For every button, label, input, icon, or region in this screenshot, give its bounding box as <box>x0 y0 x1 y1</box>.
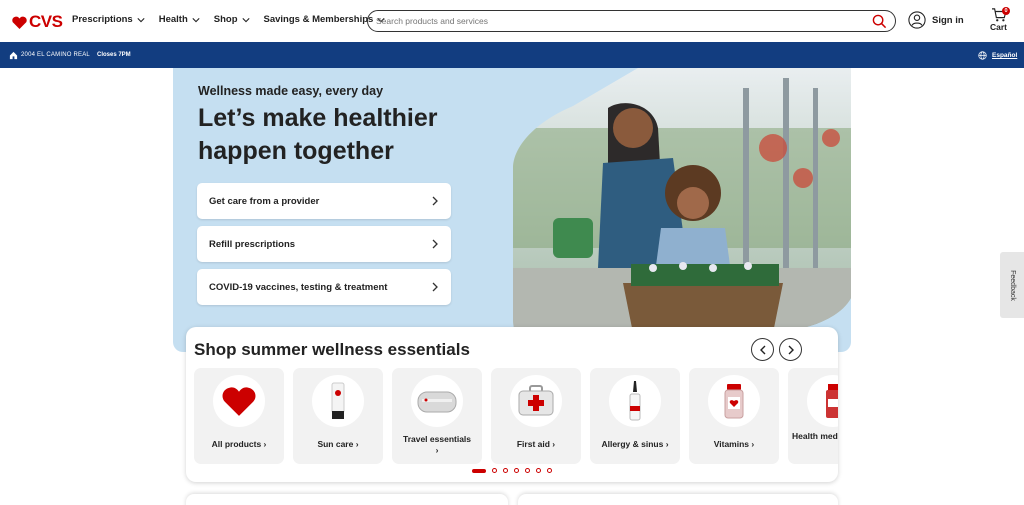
category-tile-first-aid[interactable]: First aid › <box>491 368 581 464</box>
shop-essentials-card: Shop summer wellness essentials All prod… <box>186 327 838 482</box>
medicine-bottle-icon <box>826 384 838 418</box>
search-bar <box>367 10 896 32</box>
heart-logo-icon <box>12 16 27 29</box>
category-label: Vitamins › <box>713 439 755 449</box>
pagination-dot[interactable] <box>514 468 519 473</box>
logo-text: CVS <box>29 12 63 31</box>
category-tile-vitamins[interactable]: Vitamins › <box>689 368 779 464</box>
store-bar: 2004 EL CAMINO REAL Closes 7PM Español <box>0 42 1024 68</box>
pagination-dot[interactable] <box>547 468 552 473</box>
get-care-button[interactable]: Get care from a provider <box>197 183 451 219</box>
sign-in-button[interactable]: Sign in <box>908 11 964 29</box>
carousel-next-button[interactable] <box>779 338 802 361</box>
chevron-down-icon <box>192 17 200 22</box>
chevron-right-icon <box>432 282 438 292</box>
nasal-spray-icon <box>629 381 641 421</box>
nav-health[interactable]: Health <box>159 14 200 25</box>
store-icon <box>9 51 18 60</box>
nav-shop[interactable]: Shop <box>214 14 250 25</box>
heart-icon <box>222 387 256 416</box>
chevron-left-icon <box>759 345 765 354</box>
cvs-logo[interactable]: CVS <box>12 12 63 32</box>
pagination-dot[interactable] <box>525 468 530 473</box>
sunscreen-icon <box>331 382 345 419</box>
category-carousel: All products › Sun care › Travel essenti… <box>194 368 838 466</box>
cart-label: Cart <box>990 22 1008 32</box>
pagination-dot[interactable] <box>536 468 541 473</box>
account-icon <box>908 11 926 29</box>
nav-prescriptions[interactable]: Prescriptions <box>72 14 145 25</box>
hero-title: Let’s make healthier happen together <box>198 104 438 165</box>
chevron-down-icon <box>241 17 250 22</box>
travel-bag-icon <box>417 391 457 413</box>
chevron-right-icon <box>432 239 438 249</box>
category-tile-all-products[interactable]: All products › <box>194 368 284 464</box>
feedback-tab[interactable]: Feedback <box>1000 252 1024 318</box>
store-hours: Closes 7PM <box>97 52 131 58</box>
category-label: First aid › <box>516 439 556 449</box>
globe-icon <box>978 51 987 60</box>
category-label: Health medic <box>792 431 838 441</box>
main-nav: Prescriptions Health Shop Savings & Memb… <box>72 14 385 25</box>
hero-photo-woman-and-child-gardening <box>513 68 851 352</box>
category-tile-health-medicine[interactable]: Health medic <box>788 368 838 464</box>
category-label: Travel essentials › <box>402 434 472 455</box>
hero-eyebrow: Wellness made easy, every day <box>198 84 384 98</box>
covid-services-button[interactable]: COVID-19 vaccines, testing & treatment <box>197 269 451 305</box>
first-aid-kit-icon <box>518 385 554 416</box>
hero-banner: Wellness made easy, every day Let’s make… <box>173 68 851 352</box>
search-icon[interactable] <box>872 14 887 29</box>
bottom-card-left <box>186 494 508 505</box>
chevron-down-icon <box>137 17 145 22</box>
chevron-right-icon <box>432 196 438 206</box>
vitamin-bottle-icon <box>724 384 744 419</box>
category-label: All products › <box>211 439 267 449</box>
carousel-prev-button[interactable] <box>751 338 774 361</box>
shop-section-title: Shop summer wellness essentials <box>194 340 470 359</box>
category-tile-allergy-sinus[interactable]: Allergy & sinus › <box>590 368 680 464</box>
cart-count-badge: 0 <box>1002 7 1010 15</box>
sign-in-label: Sign in <box>932 14 964 26</box>
pagination-dot[interactable] <box>492 468 497 473</box>
chevron-right-icon <box>788 345 794 354</box>
category-label: Allergy & sinus › <box>601 439 669 449</box>
pagination-dot-active[interactable] <box>472 468 486 473</box>
category-label: Sun care › <box>317 439 359 449</box>
store-address[interactable]: 2004 EL CAMINO REAL <box>21 52 90 58</box>
bottom-card-right <box>518 494 838 505</box>
language-toggle[interactable]: Español <box>978 51 1017 60</box>
carousel-pagination <box>472 468 552 473</box>
pagination-dot[interactable] <box>503 468 508 473</box>
site-header: CVS Prescriptions Health Shop Savings & … <box>0 0 1024 42</box>
search-input[interactable] <box>376 16 856 26</box>
cart-button[interactable]: 0 Cart <box>990 7 1010 32</box>
language-label: Español <box>992 52 1018 59</box>
refill-prescriptions-button[interactable]: Refill prescriptions <box>197 226 451 262</box>
category-tile-travel-essentials[interactable]: Travel essentials › <box>392 368 482 464</box>
category-tile-sun-care[interactable]: Sun care › <box>293 368 383 464</box>
